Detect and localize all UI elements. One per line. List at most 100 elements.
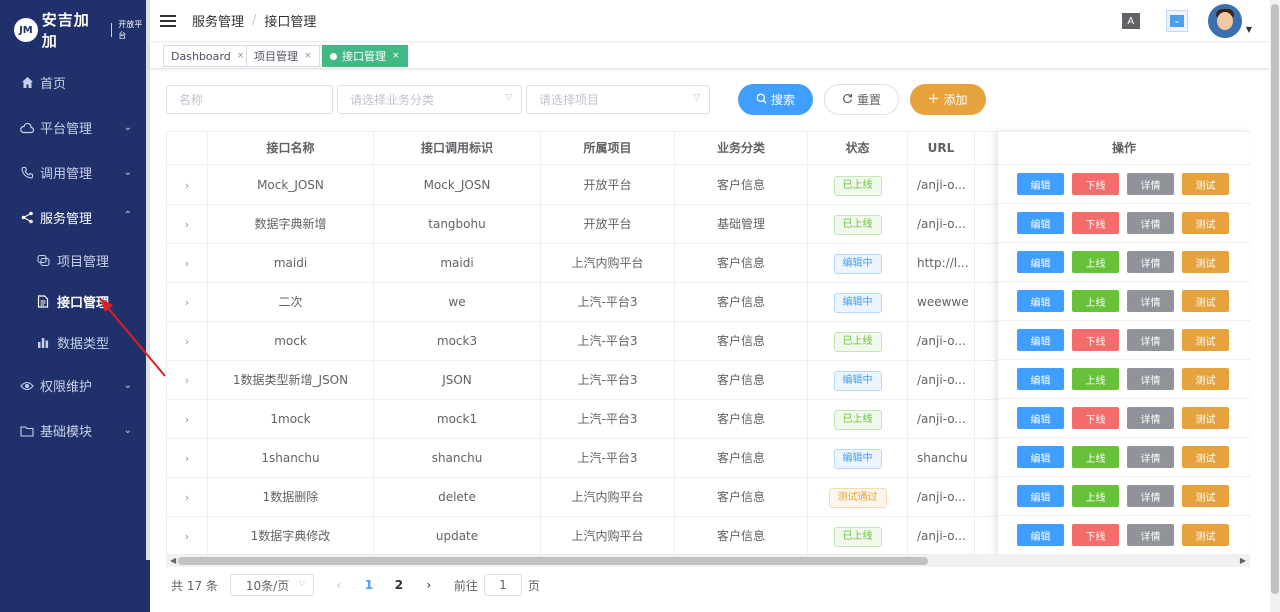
breadcrumb-item[interactable]: 服务管理 (192, 11, 244, 30)
expand-row-icon[interactable]: › (185, 374, 189, 387)
sidebar-subitem-apis[interactable]: 接口管理 (0, 281, 150, 322)
toggle-status-button[interactable]: 下线 (1072, 212, 1119, 234)
edit-button[interactable]: 编辑 (1017, 173, 1064, 195)
test-button[interactable]: 测试 (1182, 485, 1229, 507)
toggle-status-button[interactable]: 下线 (1072, 329, 1119, 351)
tag-projects[interactable]: 项目管理 × (246, 45, 320, 67)
screen-icon[interactable]: ⌄ (1165, 10, 1188, 32)
column-header[interactable]: 状态 (808, 132, 908, 165)
avatar[interactable] (1207, 4, 1242, 38)
name-input[interactable]: 名称 (166, 85, 333, 114)
expand-row-icon[interactable]: › (185, 491, 189, 504)
edit-button[interactable]: 编辑 (1017, 368, 1064, 390)
test-button[interactable]: 测试 (1182, 173, 1229, 195)
sidebar-item-platform[interactable]: 平台管理 ⌄ (0, 105, 150, 150)
hamburger-icon[interactable] (160, 12, 176, 30)
column-header[interactable]: 业务分类 (675, 132, 808, 165)
sidebar-item-calls[interactable]: 调用管理 ⌄ (0, 150, 150, 195)
edit-button[interactable]: 编辑 (1017, 446, 1064, 468)
page-scroll-thumb[interactable] (1271, 4, 1279, 594)
page-number[interactable]: 1 (354, 578, 384, 592)
close-icon[interactable]: × (237, 51, 245, 61)
scroll-left-icon[interactable]: ◀ (170, 555, 176, 567)
sidebar-subitem-datatypes[interactable]: 数据类型 (0, 322, 150, 363)
toggle-status-button[interactable]: 上线 (1072, 446, 1119, 468)
close-icon[interactable]: × (392, 51, 400, 61)
test-button[interactable]: 测试 (1182, 290, 1229, 312)
add-button[interactable]: 添加 (910, 84, 986, 115)
expand-row-icon[interactable]: › (185, 296, 189, 309)
column-header[interactable]: 接口调用标识 (374, 132, 541, 165)
url-cell: /anji-o... (908, 166, 975, 205)
logo[interactable]: JM 安吉加加 开放平台 (0, 0, 150, 60)
detail-button[interactable]: 详情 (1127, 485, 1174, 507)
prev-page-icon[interactable]: ‹ (324, 578, 354, 592)
expand-row-icon[interactable]: › (185, 218, 189, 231)
edit-button[interactable]: 编辑 (1017, 485, 1064, 507)
detail-button[interactable]: 详情 (1127, 524, 1174, 546)
sidebar-item-home[interactable]: 首页 (0, 60, 150, 105)
expand-row-icon[interactable]: › (185, 413, 189, 426)
edit-button[interactable]: 编辑 (1017, 212, 1064, 234)
edit-button[interactable]: 编辑 (1017, 407, 1064, 429)
toggle-status-button[interactable]: 下线 (1072, 173, 1119, 195)
tag-apis[interactable]: 接口管理 × (322, 45, 408, 67)
detail-button[interactable]: 详情 (1127, 368, 1174, 390)
breadcrumb-current: 接口管理 (264, 15, 317, 30)
page-number[interactable]: 2 (384, 578, 414, 592)
toggle-status-button[interactable]: 上线 (1072, 485, 1119, 507)
toggle-status-button[interactable]: 上线 (1072, 251, 1119, 273)
category-select[interactable]: 请选择业务分类 ▽ (337, 85, 522, 114)
test-button[interactable]: 测试 (1182, 446, 1229, 468)
page-scrollbar[interactable] (1270, 0, 1280, 612)
detail-button[interactable]: 详情 (1127, 290, 1174, 312)
test-button[interactable]: 测试 (1182, 368, 1229, 390)
tag-dashboard[interactable]: Dashboard × (163, 45, 253, 67)
detail-button[interactable]: 详情 (1127, 212, 1174, 234)
toggle-status-button[interactable]: 上线 (1072, 290, 1119, 312)
plus-icon (928, 93, 939, 107)
edit-button[interactable]: 编辑 (1017, 290, 1064, 312)
reset-button[interactable]: 重置 (824, 84, 899, 115)
toggle-status-button[interactable]: 下线 (1072, 407, 1119, 429)
scroll-thumb[interactable] (178, 557, 928, 565)
test-button[interactable]: 测试 (1182, 329, 1229, 351)
edit-button[interactable]: 编辑 (1017, 251, 1064, 273)
expand-row-icon[interactable]: › (185, 335, 189, 348)
page-size-select[interactable]: 10条/页 ▽ (229, 574, 314, 596)
toggle-status-button[interactable]: 上线 (1072, 368, 1119, 390)
test-button[interactable]: 测试 (1182, 407, 1229, 429)
detail-button[interactable]: 详情 (1127, 407, 1174, 429)
sidebar-item-permissions[interactable]: 权限维护 ⌄ (0, 363, 150, 408)
detail-button[interactable]: 详情 (1127, 446, 1174, 468)
column-header[interactable]: 接口名称 (208, 132, 374, 165)
test-button[interactable]: 测试 (1182, 524, 1229, 546)
search-button[interactable]: 搜索 (738, 84, 813, 115)
expand-row-icon[interactable]: › (185, 530, 189, 543)
sidebar-scrollbar[interactable] (146, 0, 150, 560)
detail-button[interactable]: 详情 (1127, 251, 1174, 273)
edit-button[interactable]: 编辑 (1017, 329, 1064, 351)
close-icon[interactable]: × (304, 51, 312, 61)
scroll-right-icon[interactable]: ▶ (1240, 555, 1246, 567)
edit-button[interactable]: 编辑 (1017, 524, 1064, 546)
expand-row-icon[interactable]: › (185, 179, 189, 192)
sidebar-subitem-projects[interactable]: 项目管理 (0, 240, 150, 281)
toggle-status-button[interactable]: 下线 (1072, 524, 1119, 546)
column-header[interactable]: 所属项目 (541, 132, 675, 165)
expand-row-icon[interactable]: › (185, 257, 189, 270)
next-page-icon[interactable]: › (414, 578, 444, 592)
project-select[interactable]: 请选择项目 ▽ (526, 85, 710, 114)
detail-button[interactable]: 详情 (1127, 329, 1174, 351)
sidebar-item-service[interactable]: 服务管理 ⌃ (0, 195, 150, 240)
test-button[interactable]: 测试 (1182, 212, 1229, 234)
detail-button[interactable]: 详情 (1127, 173, 1174, 195)
test-button[interactable]: 测试 (1182, 251, 1229, 273)
horizontal-scrollbar[interactable]: ◀ ▶ (166, 555, 1250, 567)
sidebar-item-base-modules[interactable]: 基础模块 ⌄ (0, 408, 150, 453)
expand-row-icon[interactable]: › (185, 452, 189, 465)
column-header[interactable]: URL (908, 132, 975, 165)
translate-icon[interactable]: A (1121, 13, 1140, 29)
goto-page-input[interactable]: 1 (483, 574, 522, 596)
caret-down-icon[interactable]: ▼ (1246, 25, 1252, 34)
